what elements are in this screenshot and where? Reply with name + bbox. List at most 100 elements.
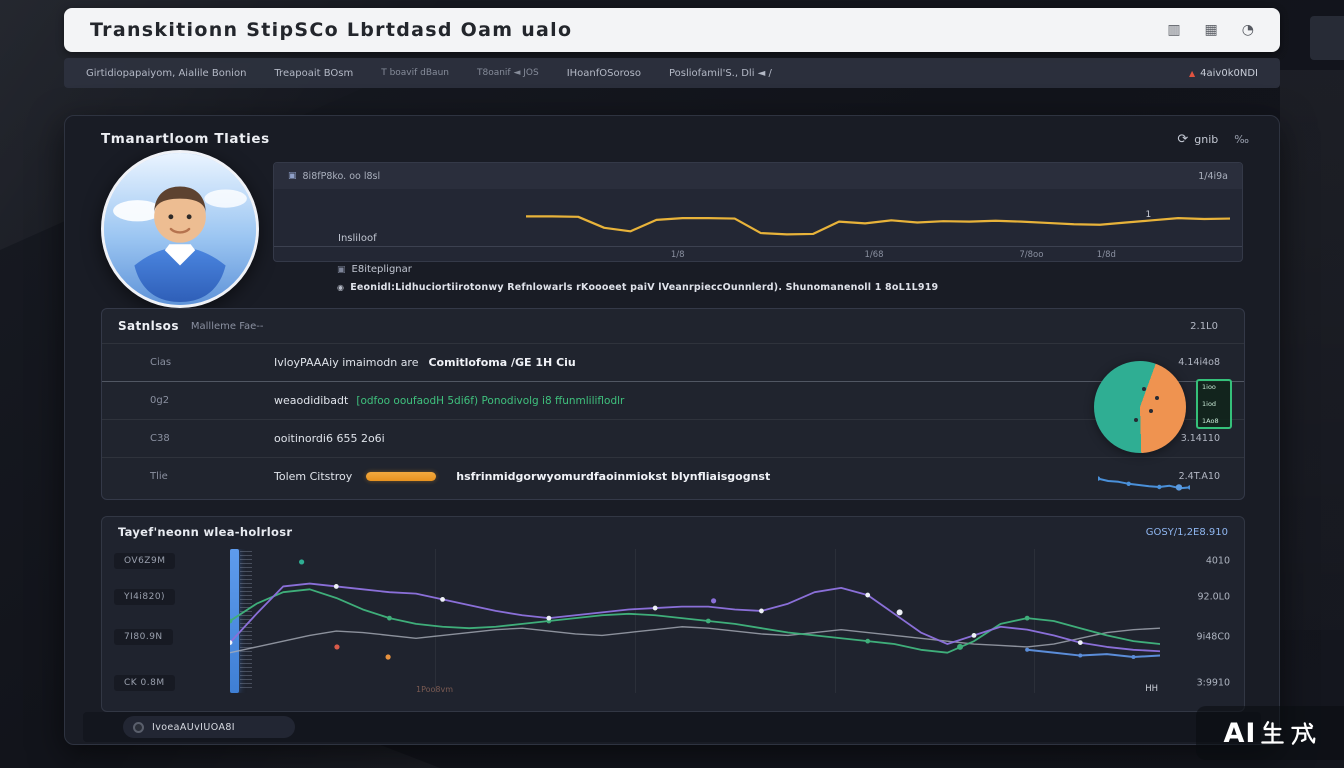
pie-dot [1149, 409, 1153, 413]
row-key: Tlie [102, 471, 274, 482]
panel-footer: IvoeaAUvIUOA8I [83, 712, 1261, 742]
trend-header-value: GOSY/1,2E8.910 [1146, 527, 1228, 538]
alert-badge-label: 4aiv0k0NDI [1200, 68, 1258, 79]
top-chart-header: ▣ 8i8fP8ko. oo l8sl 1/4i9a [274, 163, 1242, 189]
pie-dot [1142, 387, 1146, 391]
trend-title: Tayef'neonn wlea-holrlosr [118, 525, 292, 539]
chart-annotation: 1 [1145, 210, 1151, 220]
trend-chart-card: Tayef'neonn wlea-holrlosr GOSY/1,2E8.910… [101, 516, 1245, 712]
x-tick: 7/8oo [1019, 250, 1043, 260]
alert-badge[interactable]: ▲ 4aiv0k0NDI [1189, 68, 1258, 79]
legend-item: 1Ao8 [1202, 418, 1226, 425]
dashboard-panel: Tmanartloom Tlaties ⟳ gnib ‰ [64, 115, 1280, 745]
row-text: ooitinordi6 655 2o6i [274, 432, 385, 445]
top-line-chart: 1 [526, 197, 1230, 241]
pie-dot [1155, 396, 1159, 400]
profile-icon[interactable]: ◔ [1242, 22, 1254, 38]
bg-shape-top-right [1310, 16, 1344, 60]
avatar-illustration [104, 153, 256, 305]
right-axis-value: 4010 [1206, 556, 1230, 567]
cjk-sheng-glyph [1259, 720, 1286, 747]
right-axis-value: 3:9910 [1197, 677, 1230, 688]
x-tick: 1/68 [864, 250, 883, 260]
row-value: 4.14i4o8 [1178, 357, 1244, 368]
chart-caption: ◉ Eeonidl:Lidhuciortiirotonwy Refnlowarl… [337, 282, 938, 293]
bg-shape-right [1280, 70, 1344, 630]
sparkline-chart [1098, 473, 1190, 493]
permille-icon[interactable]: ‰ [1234, 133, 1249, 146]
secondary-axis-label: ▣ E8iteplignar [337, 264, 412, 275]
main-nav: Girtidiopapaiyom, Aialile Bonion Treapoa… [64, 58, 1280, 88]
row-key: C38 [102, 433, 274, 444]
stats-table-card: Satnlsos Mallleme Fae-- 2.1L0 Cias Ivloy… [101, 308, 1245, 500]
y-axis-label: CK 0.8M [114, 675, 175, 691]
trend-chart-header: Tayef'neonn wlea-holrlosr GOSY/1,2E8.910 [102, 517, 1244, 539]
grid-icon[interactable]: ▦ [1205, 22, 1218, 38]
trend-chart-body: OV6Z9M YI4i820) 7I80.9N CK 0.8M 4010 92.… [102, 545, 1244, 705]
table-row[interactable]: Tlie Tolem Citstroy hsfrinmidgorwyomurdf… [102, 457, 1244, 495]
chart-square-icon: ▣ [288, 171, 297, 181]
panel-controls: ⟳ gnib ‰ [1177, 132, 1249, 147]
stats-subtitle: Mallleme Fae-- [191, 321, 264, 332]
stats-title: Satnlsos [118, 319, 179, 333]
nav-item-5[interactable]: Posliofamil'S., Dli ◄ / [669, 68, 772, 79]
app-title: Transkitionn StipSCo Lbrtdasd Oam ualo [90, 19, 572, 41]
avatar [101, 150, 259, 308]
right-axis-value: 9i48C0 [1197, 632, 1230, 643]
watermark-latin: AI [1224, 718, 1257, 749]
trend-line-chart: 1Poo8vm HH [230, 549, 1160, 693]
table-row[interactable]: 0g2 weaodidibadt [odfoo ooufaodH 5di6f) … [102, 381, 1244, 419]
top-chart-axis: 1/8 1/68 7/8oo 1/8d [274, 246, 1242, 261]
cjk-cheng-glyph [1289, 720, 1316, 747]
desktop-background: Transkitionn StipSCo Lbrtdasd Oam ualo ▥… [0, 0, 1344, 768]
legend-item: 1iod [1202, 401, 1226, 408]
row-text-bold: Comitlofoma /GE 1H Ciu [428, 356, 575, 369]
refresh-icon: ⟳ [1177, 132, 1188, 147]
nav-item-1[interactable]: Treapoait BOsm [274, 68, 353, 79]
axis-square-icon: ▣ [337, 265, 346, 275]
panel-header: Tmanartloom Tlaties ⟳ gnib ‰ [65, 116, 1279, 162]
app-header: Transkitionn StipSCo Lbrtdasd Oam ualo ▥… [64, 8, 1280, 52]
caption-dot-icon: ◉ [337, 283, 344, 292]
top-chart-card: ▣ 8i8fP8ko. oo l8sl 1/4i9a 1 Insliloof 1… [273, 162, 1243, 262]
row-key: Cias [102, 357, 274, 368]
nav-item-3[interactable]: T8oanif ◄ JOS [477, 68, 539, 78]
caption-text: Eeonidl:Lidhuciortiirotonwy Refnlowarls … [350, 282, 938, 293]
y-axis-label: 7I80.9N [114, 629, 173, 645]
refresh-label: gnib [1194, 133, 1218, 146]
y-axis-label: YI4i820) [114, 589, 175, 605]
progress-bar [366, 472, 436, 481]
row-value: 3.14110 [1181, 433, 1244, 444]
series-label: Insliloof [338, 233, 377, 244]
top-chart-value: 1/4i9a [1198, 171, 1228, 182]
panel-title: Tmanartloom Tlaties [101, 131, 270, 147]
pie-legend: 1ioo 1iod 1Ao8 [1196, 379, 1232, 429]
legend-item: 1ioo [1202, 384, 1226, 391]
x-tick: 1/8d [1097, 250, 1116, 260]
table-row[interactable]: Cias IvloyPAAAiy imaimodn are Comitlofom… [102, 343, 1244, 381]
row-text-bold: hsfrinmidgorwyomurdfaoinmiokst blynfliai… [456, 470, 770, 483]
table-row[interactable]: C38 ooitinordi6 655 2o6i 3.14110 [102, 419, 1244, 457]
row-text: weaodidibadt [274, 394, 348, 407]
row-key: 0g2 [102, 395, 274, 406]
refresh-control[interactable]: ⟳ gnib [1177, 132, 1218, 147]
nav-item-4[interactable]: IHoanfOSoroso [567, 68, 641, 79]
row-text-green: [odfoo ooufaodH 5di6f) Ponodivolg i8 ffu… [356, 395, 624, 407]
x-tick: 1/8 [671, 250, 685, 260]
footer-label: IvoeaAUvIUOA8I [152, 722, 235, 733]
ai-watermark: AI生成 AI [1196, 706, 1344, 760]
row-text: Tolem Citstroy [274, 470, 352, 483]
nav-item-0[interactable]: Girtidiopapaiyom, Aialile Bonion [86, 68, 246, 79]
axis-label-text: E8iteplignar [352, 264, 412, 275]
header-icon-group: ▥ ▦ ◔ [1167, 22, 1254, 38]
stats-icon[interactable]: ▥ [1167, 22, 1180, 38]
stats-table-header: Satnlsos Mallleme Fae-- 2.1L0 [102, 309, 1244, 343]
status-circle-icon [133, 722, 144, 733]
nav-item-2[interactable]: T boavif dBaun [381, 68, 449, 78]
footer-status-pill[interactable]: IvoeaAUvIUOA8I [123, 716, 295, 738]
pie-dot [1134, 418, 1138, 422]
right-axis-value: 92.0L0 [1198, 592, 1231, 603]
top-chart-label: 8i8fP8ko. oo l8sl [303, 171, 381, 182]
stats-header-value: 2.1L0 [1190, 321, 1218, 332]
row-text: IvloyPAAAiy imaimodn are [274, 356, 418, 369]
